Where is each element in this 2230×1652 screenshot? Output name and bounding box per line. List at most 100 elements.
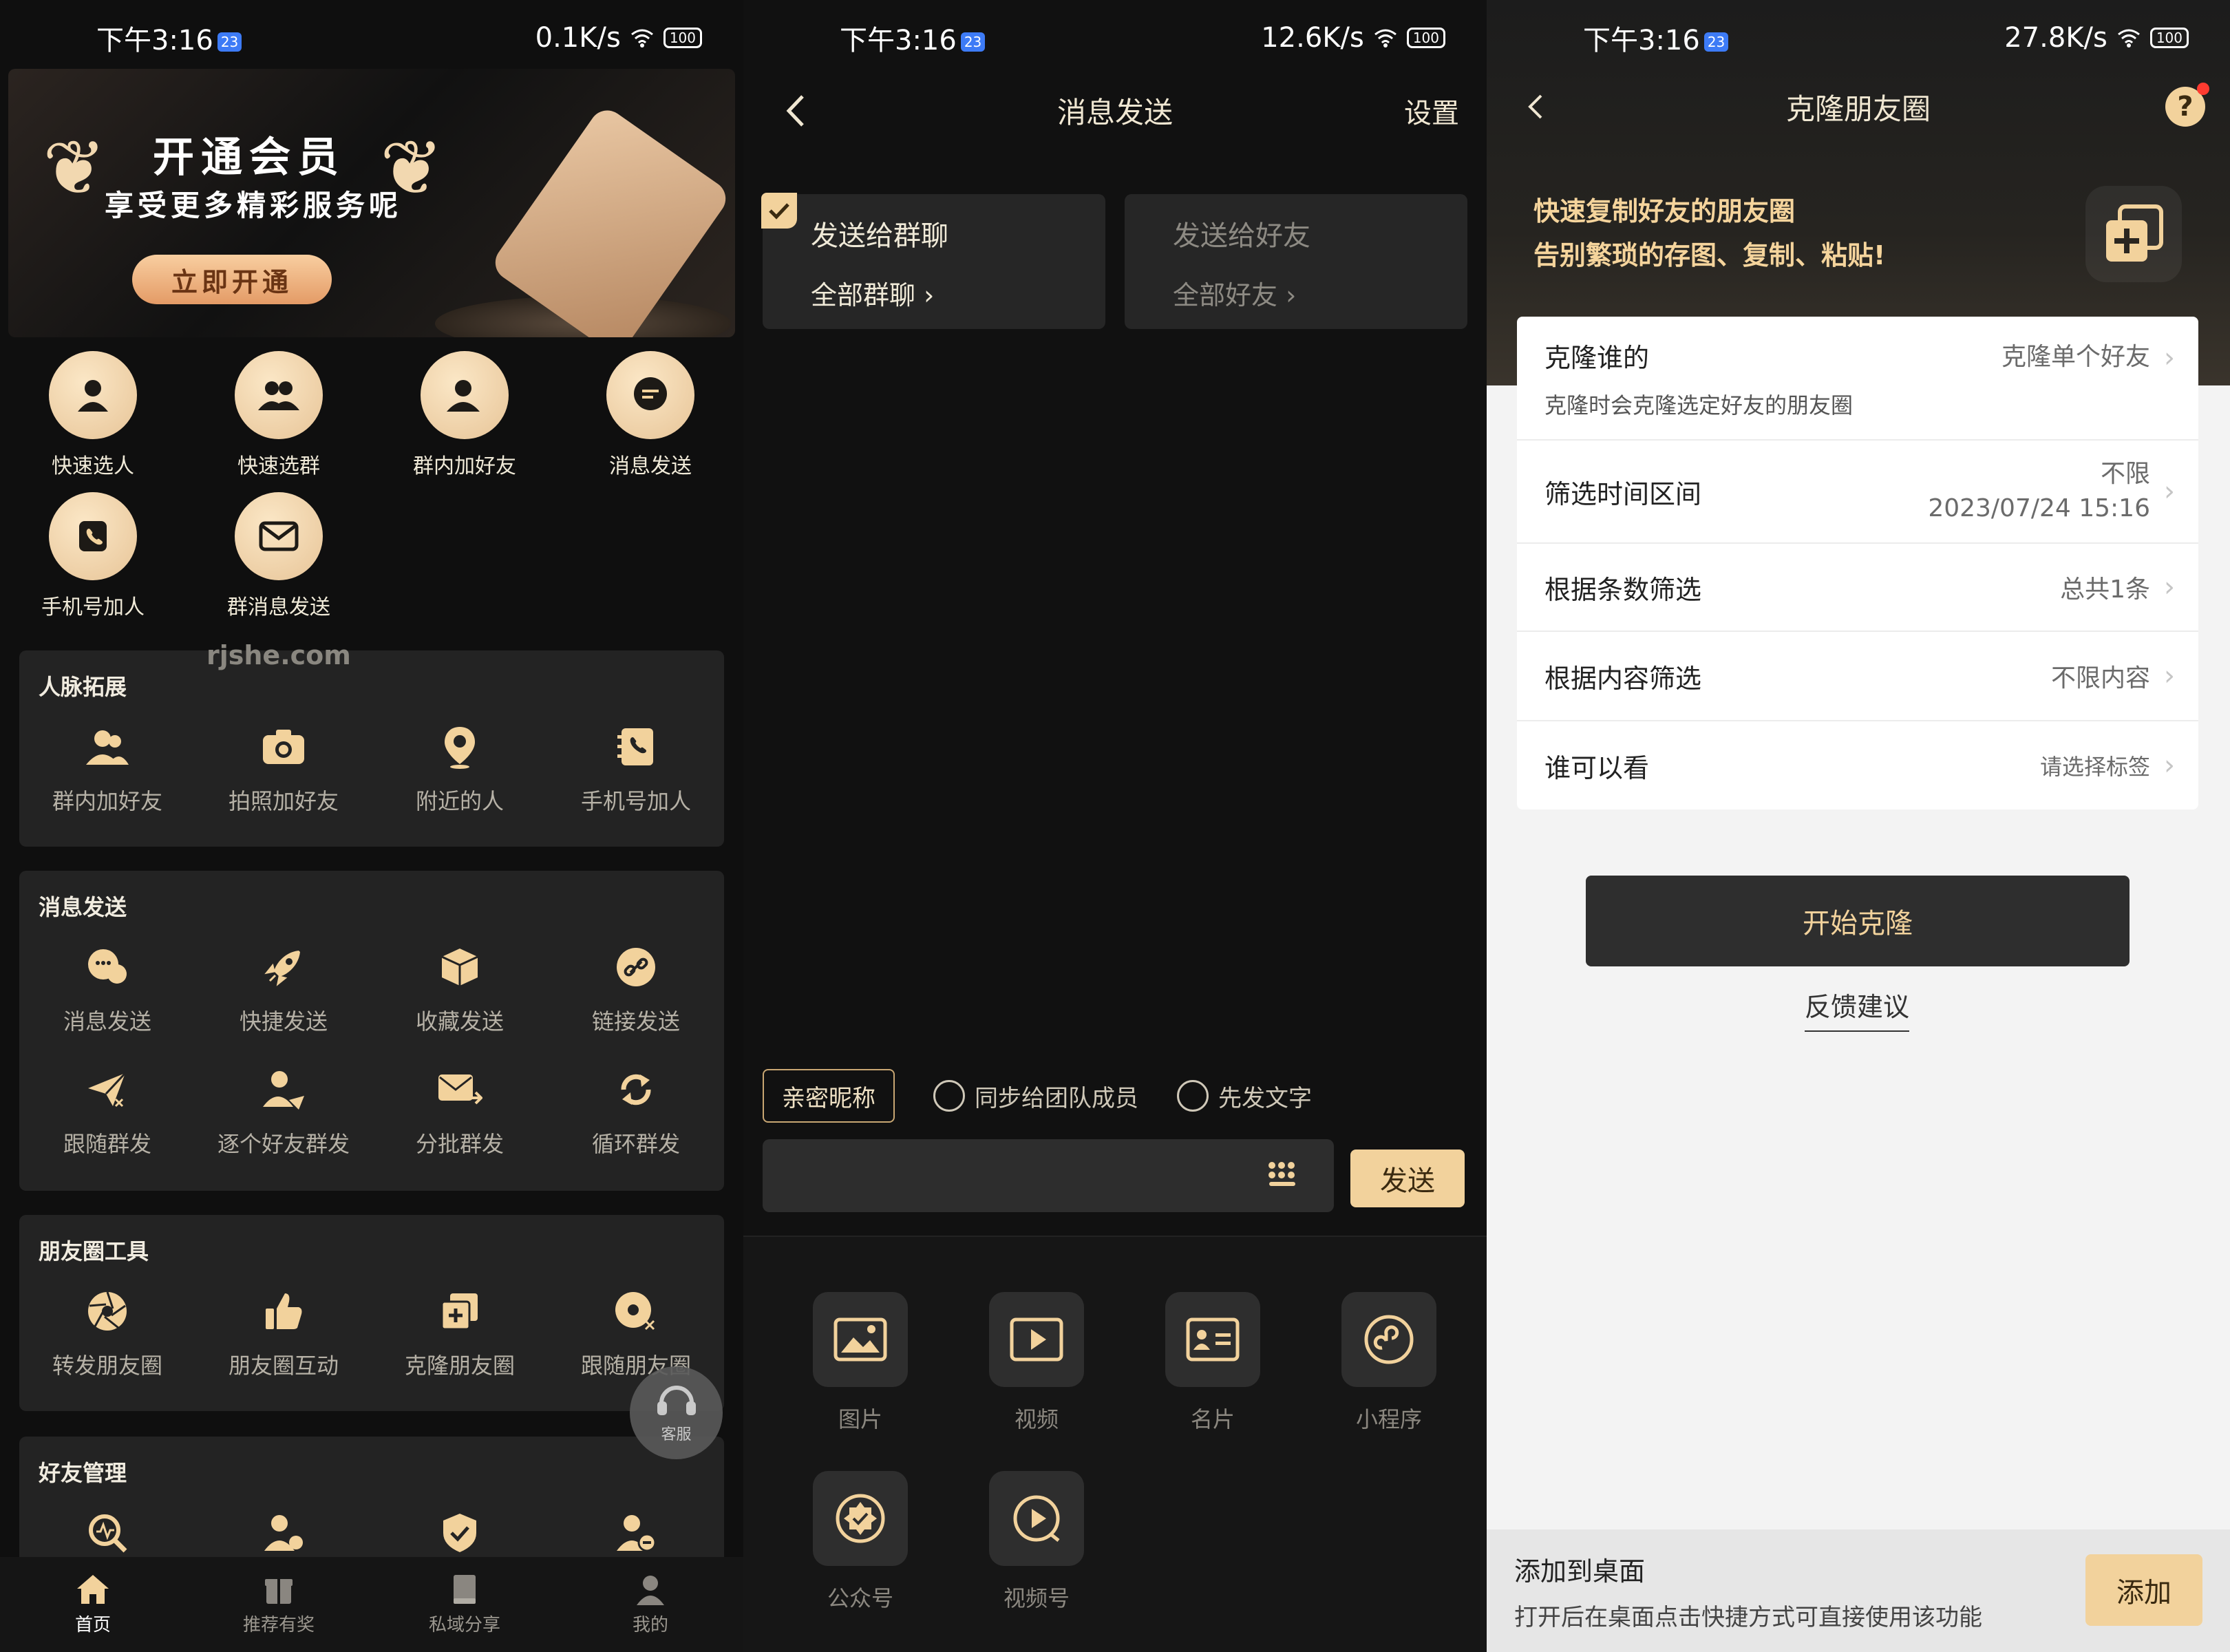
tool-phone-add[interactable]: 手机号加人 bbox=[548, 719, 724, 816]
section-moments: 朋友圈工具 转发朋友圈 朋友圈互动 克隆朋友圈 跟随朋友圈 bbox=[19, 1215, 724, 1411]
section-title: 人脉拓展 bbox=[39, 674, 127, 700]
tool-loop-broadcast[interactable]: 循环群发 bbox=[548, 1062, 724, 1158]
tab-profile[interactable]: 我的 bbox=[558, 1557, 743, 1652]
tool-each-friend-broadcast[interactable]: 逐个好友群发 bbox=[195, 1062, 372, 1158]
emoji-keyboard-icon[interactable] bbox=[1266, 1160, 1302, 1193]
tool-forward-moments[interactable]: 转发朋友圈 bbox=[19, 1284, 195, 1380]
start-clone-button[interactable]: 开始克隆 bbox=[1586, 876, 2130, 966]
status-time: 下午3:16 bbox=[1583, 25, 1700, 56]
tool-batch-broadcast[interactable]: 分批群发 bbox=[372, 1062, 548, 1158]
feedback-link[interactable]: 反馈建议 bbox=[1805, 986, 1910, 1032]
media-label: 视频号 bbox=[1003, 1585, 1070, 1611]
tool-follow-moments[interactable]: 跟随朋友圈 bbox=[548, 1284, 724, 1380]
tool-friend-protect[interactable] bbox=[372, 1505, 548, 1560]
location-pin-icon bbox=[432, 719, 487, 774]
tool-link-send[interactable]: 链接发送 bbox=[548, 940, 724, 1036]
media-official-account[interactable]: 公众号 bbox=[792, 1471, 929, 1613]
tool-follow-broadcast[interactable]: 跟随群发 bbox=[19, 1062, 195, 1158]
quick-group-message[interactable]: 群消息发送 bbox=[210, 492, 348, 620]
row-content-filter[interactable]: 根据内容筛选 不限内容 › bbox=[1517, 632, 2198, 721]
quick-phone-add[interactable]: 手机号加人 bbox=[24, 492, 162, 620]
status-bar: 下午3:16 23 27.8K/s 100 bbox=[1487, 0, 2230, 76]
message-input[interactable] bbox=[763, 1139, 1334, 1212]
tool-label: 跟随群发 bbox=[63, 1131, 151, 1157]
quick-select-group[interactable]: 快速选群 bbox=[210, 351, 348, 479]
media-mini-program[interactable]: 小程序 bbox=[1320, 1292, 1458, 1434]
tab-home[interactable]: 首页 bbox=[0, 1557, 186, 1652]
send-button[interactable]: 发送 bbox=[1350, 1150, 1465, 1207]
sync-team-radio[interactable]: 同步给团队成员 bbox=[933, 1079, 1138, 1113]
back-button[interactable] bbox=[771, 87, 819, 135]
target-friends[interactable]: 发送给好友 全部好友 › bbox=[1125, 194, 1467, 329]
target-subtitle: 全部好友 bbox=[1173, 280, 1278, 310]
mini-program-icon bbox=[1341, 1292, 1436, 1387]
row-label: 筛选时间区间 bbox=[1544, 478, 1702, 509]
box-icon bbox=[432, 940, 487, 995]
section-title: 好友管理 bbox=[39, 1460, 127, 1486]
quick-select-person[interactable]: 快速选人 bbox=[24, 351, 162, 479]
aperture-follow-icon bbox=[608, 1284, 663, 1339]
vip-banner[interactable]: ❦ ❦ 开通会员 享受更多精彩服务呢 立即开通 bbox=[8, 69, 735, 337]
media-image[interactable]: 图片 bbox=[792, 1292, 929, 1434]
tool-friend-check[interactable] bbox=[19, 1505, 195, 1560]
phone-book-icon bbox=[49, 492, 137, 580]
add-to-desktop-button[interactable]: 添加 bbox=[2085, 1554, 2202, 1626]
quick-label: 快速选群 bbox=[237, 454, 320, 478]
media-video[interactable]: 视频 bbox=[968, 1292, 1105, 1434]
media-channels[interactable]: 视频号 bbox=[968, 1471, 1105, 1613]
target-title: 发送给群聊 bbox=[811, 220, 948, 252]
row-label: 根据条数筛选 bbox=[1544, 574, 1702, 605]
tool-friend-delete[interactable] bbox=[548, 1505, 724, 1560]
row-clone-whom[interactable]: 克隆谁的 克隆单个好友 克隆时会克隆选定好友的朋友圈 › bbox=[1517, 317, 2198, 441]
media-label: 视频 bbox=[1014, 1406, 1059, 1432]
row-visibility[interactable]: 谁可以看 请选择标签 › bbox=[1517, 721, 2198, 809]
media-card[interactable]: 名片 bbox=[1144, 1292, 1282, 1434]
tool-label: 附近的人 bbox=[415, 788, 504, 814]
quick-message-send[interactable]: 消息发送 bbox=[582, 351, 719, 479]
text-first-radio[interactable]: 先发文字 bbox=[1177, 1079, 1312, 1113]
tool-clone-moments[interactable]: 克隆朋友圈 bbox=[372, 1284, 548, 1380]
home-screen: 下午3:16 23 0.1K/s 100 ❦ ❦ 开通会员 享受更多精彩服务呢 立… bbox=[0, 0, 743, 1652]
tab-private-share[interactable]: 私域分享 bbox=[372, 1557, 558, 1652]
notification-badge: 23 bbox=[1703, 32, 1729, 52]
checkmark-icon bbox=[761, 193, 797, 229]
tool-quick-send[interactable]: 快捷发送 bbox=[195, 940, 372, 1036]
phone-book-icon bbox=[608, 719, 663, 774]
tool-favorite-send[interactable]: 收藏发送 bbox=[372, 940, 548, 1036]
shield-check-icon bbox=[432, 1505, 487, 1560]
tool-moments-interact[interactable]: 朋友圈互动 bbox=[195, 1284, 372, 1380]
tool-group-add-friend[interactable]: 群内加好友 bbox=[19, 719, 195, 816]
tool-label: 手机号加人 bbox=[580, 788, 691, 814]
tool-nearby-people[interactable]: 附近的人 bbox=[372, 719, 548, 816]
row-count-filter[interactable]: 根据条数筛选 总共1条 › bbox=[1517, 544, 2198, 632]
row-value-date: 2023/07/24 15:16 bbox=[1928, 494, 2150, 522]
section-friend-management: 好友管理 bbox=[19, 1437, 724, 1574]
status-time: 下午3:16 bbox=[96, 25, 213, 56]
contact-card-icon bbox=[1165, 1292, 1260, 1387]
tool-label: 循环群发 bbox=[591, 1131, 680, 1157]
tool-message-send[interactable]: 消息发送 bbox=[19, 940, 195, 1036]
target-group-chat[interactable]: 发送给群聊 全部群聊 › bbox=[761, 193, 1105, 329]
settings-link[interactable]: 设置 bbox=[1404, 91, 1459, 131]
tool-label: 收藏发送 bbox=[415, 1008, 504, 1035]
video-play-icon bbox=[989, 1292, 1084, 1387]
media-label: 图片 bbox=[838, 1406, 882, 1432]
chevron-right-icon: › bbox=[2164, 342, 2175, 374]
status-time: 下午3:16 bbox=[840, 25, 957, 56]
customer-service-button[interactable]: 客服 bbox=[630, 1366, 723, 1459]
tool-photo-add-friend[interactable]: 拍照加好友 bbox=[195, 719, 372, 816]
tab-referral[interactable]: 推荐有奖 bbox=[186, 1557, 372, 1652]
person-send-icon bbox=[256, 1062, 311, 1117]
row-time-range[interactable]: 筛选时间区间 不限 2023/07/24 15:16 › bbox=[1517, 441, 2198, 544]
open-vip-button[interactable]: 立即开通 bbox=[132, 255, 332, 304]
tool-label: 朋友圈互动 bbox=[228, 1353, 339, 1379]
network-speed: 12.6K/s bbox=[1261, 22, 1364, 54]
nickname-button[interactable]: 亲密昵称 bbox=[763, 1069, 895, 1123]
tool-friend-tags[interactable] bbox=[195, 1505, 372, 1560]
send-options: 亲密昵称 同步给团队成员 先发文字 bbox=[763, 1069, 1467, 1123]
person-icon bbox=[49, 351, 137, 439]
back-button[interactable] bbox=[1511, 83, 1560, 131]
tab-label: 推荐有奖 bbox=[242, 1614, 315, 1635]
quick-group-add-friend[interactable]: 群内加好友 bbox=[396, 351, 533, 479]
row-value: 总共1条 bbox=[2060, 575, 2150, 604]
